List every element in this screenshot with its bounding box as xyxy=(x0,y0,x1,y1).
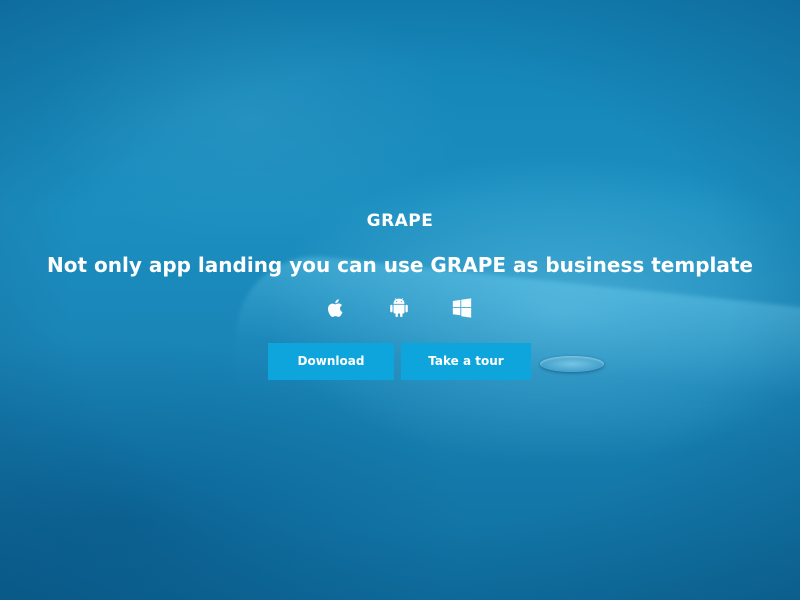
hero-headline: Not only app landing you can use GRAPE a… xyxy=(47,253,753,277)
take-a-tour-button[interactable]: Take a tour xyxy=(401,343,531,380)
brand-title: GRAPE xyxy=(366,211,434,231)
platform-icons xyxy=(0,297,800,321)
apple-icon[interactable] xyxy=(325,297,347,319)
download-button[interactable]: Download xyxy=(268,343,394,380)
android-icon[interactable] xyxy=(388,297,410,319)
windows-icon[interactable] xyxy=(451,297,473,319)
hero-content: GRAPE Not only app landing you can use G… xyxy=(0,0,800,600)
